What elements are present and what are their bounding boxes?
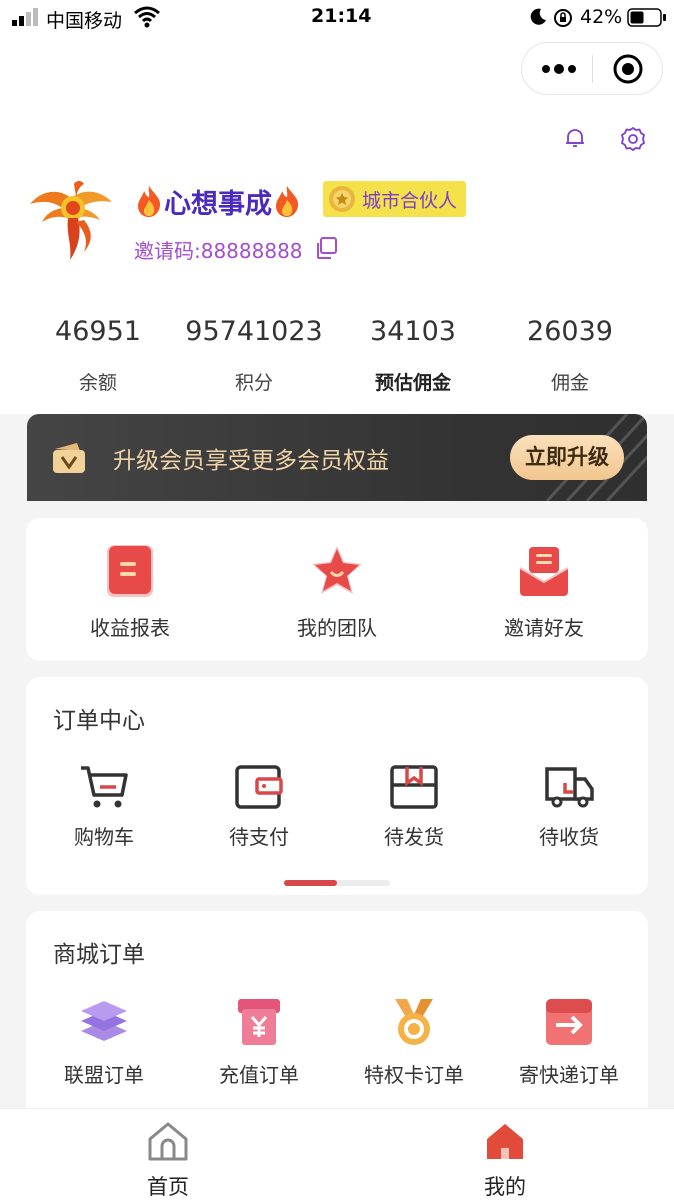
- order-center-card: 订单中心 购物车 待支付 待发货 待收货: [26, 677, 648, 895]
- carrier-name: 中国移动: [46, 10, 123, 32]
- nickname-text: 心想事成: [164, 188, 272, 220]
- order-item-label: 待发货: [384, 825, 444, 849]
- upgrade-now-button[interactable]: 立即升级: [510, 435, 624, 480]
- bottom-tab-bar: 首页 我的: [0, 1108, 674, 1200]
- bell-icon[interactable]: [563, 126, 587, 150]
- truck-icon: [545, 767, 594, 808]
- order-item-cart[interactable]: 购物车: [44, 763, 164, 850]
- order-center-title: 订单中心: [53, 708, 145, 734]
- cart-icon: [81, 766, 128, 808]
- stat-value: 26039: [527, 316, 613, 347]
- avatar[interactable]: [28, 178, 114, 262]
- fire-icon: [134, 184, 164, 218]
- star-team-icon: [312, 546, 362, 594]
- stat-label: 积分: [234, 372, 273, 394]
- upgrade-banner: 升级会员享受更多会员权益 立即升级: [27, 414, 647, 501]
- capsule-divider: [592, 55, 593, 83]
- mall-order-privilege-card[interactable]: 特权卡订单: [344, 995, 484, 1088]
- order-item-label: 待收货: [539, 825, 599, 849]
- mall-orders-title: 商城订单: [53, 942, 145, 968]
- mall-order-label: 特权卡订单: [364, 1063, 464, 1087]
- role-badge: 城市合伙人: [323, 181, 466, 217]
- mall-order-label: 充值订单: [219, 1063, 299, 1087]
- nickname: 心想事成: [134, 181, 302, 221]
- wallet-icon: [235, 765, 283, 809]
- moon-icon: [530, 8, 546, 25]
- wifi-icon: [134, 6, 160, 28]
- battery-icon: [627, 8, 666, 27]
- medal-icon: [395, 999, 433, 1045]
- invite-code: 邀请码:88888888: [134, 239, 303, 263]
- order-item-label: 购物车: [74, 825, 134, 849]
- quick-actions-card: 收益报表 我的团队 邀请好友: [26, 518, 648, 661]
- close-miniprogram-icon[interactable]: [612, 53, 644, 85]
- more-icon[interactable]: [540, 57, 578, 81]
- quick-action-label: 收益报表: [90, 616, 170, 640]
- medal-badge-icon: [329, 186, 355, 212]
- stat-points[interactable]: 95741023 积分: [174, 312, 334, 395]
- stat-estimated-commission[interactable]: 34103 预估佣金: [333, 312, 493, 395]
- tab-home[interactable]: 首页: [108, 1119, 228, 1200]
- mall-order-label: 联盟订单: [64, 1063, 144, 1087]
- mall-order-express[interactable]: 寄快递订单: [499, 995, 639, 1088]
- order-item-pending-payment[interactable]: 待支付: [199, 763, 319, 850]
- report-icon: [107, 545, 153, 597]
- stat-label: 预估佣金: [374, 372, 451, 394]
- stat-value: 95741023: [185, 316, 323, 347]
- order-item-pending-shipment[interactable]: 待发货: [354, 763, 474, 850]
- yen-box-icon: [238, 999, 280, 1045]
- vip-card-icon: [53, 443, 85, 473]
- invite-envelope-icon: [519, 547, 569, 596]
- upgrade-text: 升级会员享受更多会员权益: [113, 448, 389, 474]
- quick-action-invite-friends[interactable]: 邀请好友: [474, 542, 614, 641]
- status-bar: 中国移动 21:14 42%: [0, 0, 674, 36]
- stat-label: 佣金: [550, 372, 589, 394]
- mall-order-label: 寄快递订单: [519, 1063, 619, 1087]
- package-icon: [390, 765, 438, 809]
- copy-icon[interactable]: [314, 236, 338, 260]
- stat-commission[interactable]: 26039 佣金: [490, 312, 650, 395]
- quick-action-label: 我的团队: [297, 616, 377, 640]
- home-filled-icon: [487, 1124, 523, 1159]
- stat-value: 46951: [55, 316, 141, 347]
- order-scroll-thumb: [284, 880, 337, 886]
- quick-action-earnings-report[interactable]: 收益报表: [60, 542, 200, 641]
- battery-percent: 42%: [580, 6, 623, 28]
- tab-label: 首页: [147, 1175, 189, 1199]
- home-outline-icon: [148, 1122, 188, 1161]
- mall-order-recharge[interactable]: 充值订单: [189, 995, 329, 1088]
- stat-label: 余额: [78, 372, 117, 394]
- miniprogram-capsule: [521, 42, 663, 95]
- account-stats: 46951 余额 95741023 积分 34103 预估佣金 26039 佣金: [0, 312, 674, 402]
- stat-value: 34103: [370, 316, 456, 347]
- gear-icon[interactable]: [620, 126, 646, 152]
- layers-icon: [81, 1001, 127, 1041]
- quick-action-label: 邀请好友: [504, 616, 584, 640]
- order-scroll-indicator: [284, 880, 390, 886]
- tab-label: 我的: [484, 1175, 526, 1199]
- quick-action-my-team[interactable]: 我的团队: [267, 542, 407, 641]
- clock-time: 21:14: [311, 5, 372, 27]
- role-label: 城市合伙人: [362, 189, 458, 212]
- mall-orders-card: 商城订单 联盟订单 充值订单 特权卡订单 寄快递订单: [26, 911, 648, 1131]
- rotation-lock-icon: [554, 9, 572, 27]
- stat-balance[interactable]: 46951 余额: [18, 312, 178, 395]
- signal-icon: [12, 8, 38, 26]
- tab-mine[interactable]: 我的: [445, 1119, 565, 1200]
- order-item-label: 待支付: [229, 825, 289, 849]
- mall-order-alliance[interactable]: 联盟订单: [34, 995, 174, 1088]
- fire-icon: [272, 184, 302, 218]
- arrow-box-icon: [546, 999, 592, 1045]
- order-item-pending-receipt[interactable]: 待收货: [509, 763, 629, 850]
